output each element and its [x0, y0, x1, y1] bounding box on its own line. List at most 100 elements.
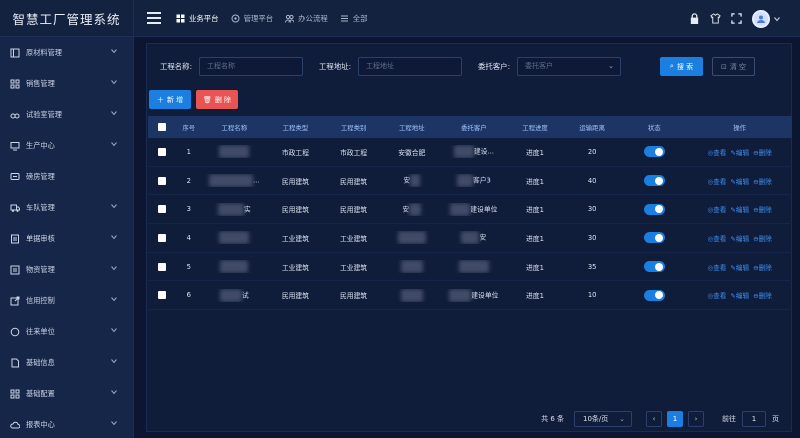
- top-tab-1[interactable]: 管理平台: [231, 13, 273, 24]
- sidebar-item-7[interactable]: 物资管理: [0, 254, 133, 285]
- status-toggle[interactable]: [643, 232, 665, 244]
- monitor-icon: [10, 141, 20, 150]
- sidebar-item-8[interactable]: 信用控制: [0, 285, 133, 316]
- edit-button[interactable]: ✎编辑: [730, 292, 749, 300]
- edit-button[interactable]: ✎编辑: [730, 149, 749, 157]
- row-checkbox[interactable]: [157, 291, 166, 300]
- table-row[interactable]: 4 工业建筑 工业建筑 安 进度1 30 ◎查看 ✎编辑 ⊖删除: [148, 224, 792, 253]
- table-row[interactable]: 3 实 民用建筑 民用建筑 安 建设单位 进度1 30 ◎查看 ✎编辑 ⊖删除: [148, 195, 792, 225]
- sidebar-item-label: 物资管理: [26, 264, 55, 274]
- shirt-icon[interactable]: [710, 13, 721, 24]
- lock-icon[interactable]: [689, 13, 700, 24]
- view-button-label: 查看: [713, 263, 727, 272]
- plus-icon: ＋: [156, 95, 164, 104]
- prev-page-button[interactable]: ‹: [646, 411, 662, 427]
- client-select[interactable]: 委托客户 ⌄: [517, 57, 621, 76]
- sidebar-item-label: 车队管理: [26, 202, 55, 212]
- sidebar-item-9[interactable]: 往来单位: [0, 316, 133, 347]
- avatar[interactable]: [752, 9, 770, 28]
- view-button-label: 查看: [713, 292, 727, 301]
- sidebar-item-11[interactable]: 基础配置: [0, 378, 133, 409]
- client-label: 委托客户:: [478, 62, 511, 71]
- sidebar-item-10[interactable]: 基础信息: [0, 347, 133, 378]
- top-tab-2[interactable]: 办公流程: [285, 13, 328, 24]
- project-address-input[interactable]: 工程地址: [358, 57, 462, 76]
- chevron-down-icon: [111, 359, 117, 364]
- delete-row-button[interactable]: ⊖删除: [753, 149, 772, 157]
- edit-button[interactable]: ✎编辑: [730, 264, 749, 272]
- page-unit: 页: [772, 415, 779, 423]
- status-toggle[interactable]: [643, 203, 665, 215]
- row-checkbox[interactable]: [157, 205, 166, 214]
- row-checkbox[interactable]: [157, 262, 166, 271]
- view-button[interactable]: ◎查看: [707, 178, 726, 186]
- sidebar-item-3[interactable]: 生产中心: [0, 130, 133, 161]
- row-checkbox[interactable]: [157, 147, 166, 156]
- sidebar-item-6[interactable]: 单据审核: [0, 223, 133, 254]
- row-checkbox-cell: [148, 147, 175, 156]
- delete-row-button[interactable]: ⊖删除: [753, 292, 772, 300]
- status-toggle[interactable]: [643, 261, 665, 273]
- project-name-input[interactable]: 工程名称: [199, 57, 303, 76]
- row-checkbox[interactable]: [157, 233, 166, 242]
- status-toggle[interactable]: [643, 289, 665, 301]
- delete-row-button-label: 删除: [758, 177, 772, 186]
- edit-button[interactable]: ✎编辑: [730, 206, 749, 214]
- table-row[interactable]: 1 市政工程 市政工程 安徽合肥 建设... 进度1 20 ◎查看 ✎编辑 ⊖删除: [148, 138, 792, 167]
- row-checkbox-cell: [148, 291, 175, 300]
- search-button[interactable]: ⌕ 搜 索: [660, 57, 703, 76]
- sidebar-item-0[interactable]: 原材料管理: [0, 37, 133, 68]
- page-button[interactable]: 1: [667, 411, 683, 427]
- sidebar-item-5[interactable]: 车队管理: [0, 192, 133, 223]
- view-button[interactable]: ◎查看: [707, 149, 726, 157]
- sidebar-item-2[interactable]: 试验室管理: [0, 99, 133, 130]
- sidebar-item-label: 试验室管理: [26, 109, 62, 119]
- delete-row-button[interactable]: ⊖删除: [753, 264, 772, 272]
- row-checkbox-cell: [148, 205, 175, 214]
- delete-row-button-label: 删除: [758, 206, 772, 215]
- cell-index: 2: [186, 176, 191, 185]
- view-button[interactable]: ◎查看: [707, 235, 726, 243]
- fullscreen-icon[interactable]: [731, 13, 742, 24]
- cell-project-address: [383, 231, 441, 245]
- status-toggle[interactable]: [643, 175, 665, 187]
- chevron-down-icon: [111, 266, 117, 271]
- table-row[interactable]: 5 工业建筑 工业建筑 进度1 35 ◎查看 ✎编辑 ⊖删除: [148, 253, 792, 282]
- edit-button[interactable]: ✎编辑: [730, 178, 749, 186]
- table-row[interactable]: 6 试 民用建筑 民用建筑 建设单位 进度1 10 ◎查看 ✎编辑 ⊖删除: [148, 281, 792, 311]
- status-toggle[interactable]: [643, 146, 665, 158]
- delete-row-button[interactable]: ⊖删除: [753, 206, 772, 214]
- edit-button[interactable]: ✎编辑: [730, 235, 749, 243]
- column-header: 操作: [733, 123, 746, 132]
- top-tab-3[interactable]: 全部: [340, 13, 368, 24]
- page-size-select[interactable]: 10条/页 ⌄: [574, 411, 632, 427]
- sidebar-menu: 原材料管理 销售管理试验室管理生产中心 磅房管理车队管理单据审核物资管理信用控制往来…: [0, 37, 133, 438]
- edit-button-label: 编辑: [735, 148, 750, 157]
- jump-input[interactable]: 1: [742, 411, 766, 427]
- sidebar-item-12[interactable]: 报表中心: [0, 409, 133, 438]
- next-page-button[interactable]: ›: [688, 411, 704, 427]
- sidebar-item-1[interactable]: 销售管理: [0, 68, 133, 99]
- cell-project-type: 工业建筑: [281, 263, 310, 272]
- delete-button[interactable]: 🗑 删 除: [196, 90, 238, 109]
- clear-button[interactable]: ⊡ 清 空: [712, 57, 755, 76]
- cell-project-address: [383, 260, 441, 274]
- add-button[interactable]: ＋新 增: [149, 90, 191, 109]
- hamburger-icon[interactable]: [147, 12, 161, 24]
- delete-row-button[interactable]: ⊖删除: [753, 235, 772, 243]
- row-checkbox[interactable]: [157, 176, 166, 185]
- sidebar-item-label: 往来单位: [26, 326, 55, 336]
- view-button[interactable]: ◎查看: [707, 206, 726, 214]
- top-tab-0[interactable]: 业务平台: [176, 13, 219, 24]
- select-all-checkbox[interactable]: [157, 123, 166, 131]
- content-panel: 工程名称: 工程名称 工程地址: 工程地址 委托客户: 委托客户 ⌄ ⌕ 搜 索 ⊡…: [146, 43, 792, 432]
- chevron-down-icon[interactable]: [774, 16, 780, 22]
- cell-operations: ◎查看 ✎编辑 ⊖删除: [687, 147, 792, 157]
- top-tab-label: 办公流程: [298, 13, 328, 23]
- cell-distance: 30: [587, 233, 597, 242]
- sidebar-item-4[interactable]: 磅房管理: [0, 161, 133, 192]
- view-button[interactable]: ◎查看: [707, 292, 726, 300]
- table-row[interactable]: 2... 民用建筑 民用建筑 安 客户3 进度1 40 ◎查看 ✎编辑 ⊖删除: [148, 167, 792, 196]
- delete-row-button[interactable]: ⊖删除: [753, 178, 772, 186]
- view-button[interactable]: ◎查看: [707, 264, 726, 272]
